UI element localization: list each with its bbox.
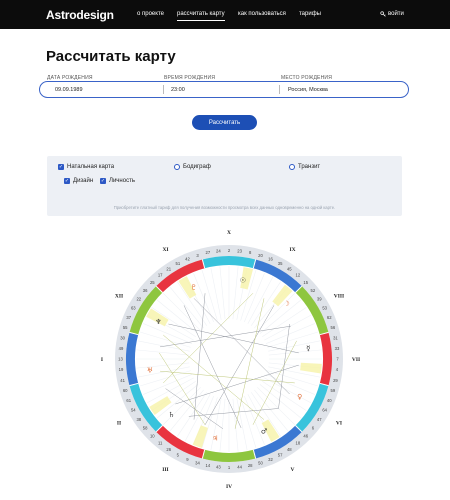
house-numeral: X xyxy=(227,230,231,236)
gate-number: 31 xyxy=(333,335,338,340)
house-numeral: V xyxy=(291,467,295,473)
gate-number: 47 xyxy=(317,417,322,422)
natal-chart-wheel: 2 23 8201635451215523953625631337429594064… xyxy=(101,230,360,490)
gate-number: 48 xyxy=(287,447,292,452)
gate-number: 13 xyxy=(118,357,123,362)
gate-number: 38 xyxy=(136,417,141,422)
planet-glyph: ☉ xyxy=(240,277,246,285)
gate-number: 25 xyxy=(150,280,155,285)
gate-number: 14 xyxy=(205,463,210,468)
gate-number: 52 xyxy=(311,288,316,293)
planet-glyph: ☽ xyxy=(283,300,289,308)
gate-number: 21 xyxy=(166,266,171,271)
gate-number: 49 xyxy=(119,346,124,351)
gate-number: 30 xyxy=(120,335,125,340)
gate-number: 20 xyxy=(258,253,263,258)
gate-number: 41 xyxy=(120,378,125,383)
gate-number: 18 xyxy=(295,440,300,445)
gate-number: 60 xyxy=(123,388,128,393)
gate-number: 43 xyxy=(216,465,221,470)
house-numeral: XII xyxy=(115,294,123,300)
house-numeral: III xyxy=(162,467,168,473)
house-numeral: IX xyxy=(289,247,295,253)
planet-glyph: ♄ xyxy=(168,411,174,419)
house-numeral: I xyxy=(101,357,103,363)
planet-glyph: ♃ xyxy=(212,434,218,442)
gate-number: 15 xyxy=(303,280,308,285)
gate-number: 51 xyxy=(176,261,181,266)
gate-number: 26 xyxy=(166,447,171,452)
gate-number: 58 xyxy=(143,425,148,430)
planet-glyph: ☿ xyxy=(306,344,310,352)
gate-number: 11 xyxy=(158,440,163,445)
gate-number: 37 xyxy=(126,315,131,320)
house-numeral: II xyxy=(117,421,121,427)
planet-glyph: ♆ xyxy=(155,318,161,326)
gate-number: 16 xyxy=(268,256,273,261)
gate-number: 27 xyxy=(205,250,210,255)
gate-number: 22 xyxy=(136,296,141,301)
planet-glyph: ♂ xyxy=(261,427,267,435)
gate-number: 46 xyxy=(303,433,308,438)
gate-number: 59 xyxy=(330,388,335,393)
gate-number: 29 xyxy=(333,378,338,383)
gate-number: 28 xyxy=(248,463,253,468)
planet-glyph: ♇ xyxy=(191,284,197,292)
gate-number: 54 xyxy=(131,408,136,413)
house-numeral: VII xyxy=(352,357,360,363)
gate-number: 57 xyxy=(278,452,283,457)
gate-number: 39 xyxy=(317,296,322,301)
house-numeral: IV xyxy=(226,484,232,490)
planet-glyph: ♀ xyxy=(297,393,302,401)
gate-number: 32 xyxy=(268,457,273,462)
gate-number: 55 xyxy=(123,325,128,330)
gate-number: 35 xyxy=(278,261,283,266)
house-numeral: XI xyxy=(162,247,168,253)
gate-number: 50 xyxy=(258,460,263,465)
gate-number: 24 xyxy=(216,249,221,254)
gate-number: 56 xyxy=(330,325,335,330)
gate-number: 19 xyxy=(119,367,124,372)
house-numeral: VI xyxy=(336,421,342,427)
gate-number: 36 xyxy=(143,288,148,293)
gate-number: 62 xyxy=(327,315,332,320)
gate-number: 34 xyxy=(195,460,200,465)
gate-number: 12 xyxy=(295,273,300,278)
gate-number: 61 xyxy=(126,398,131,403)
gate-number: 33 xyxy=(335,346,340,351)
house-numeral: VIII xyxy=(334,294,344,300)
gate-number: 44 xyxy=(237,465,242,470)
gate-number: 64 xyxy=(322,408,327,413)
planet-glyph: ♅ xyxy=(147,367,153,375)
gate-number: 17 xyxy=(158,273,163,278)
gate-number: 10 xyxy=(150,433,155,438)
gate-number: 40 xyxy=(327,398,332,403)
gate-number: 42 xyxy=(185,256,190,261)
gate-number: 63 xyxy=(131,305,136,310)
gate-number: 53 xyxy=(322,305,327,310)
gate-number: 23 xyxy=(237,249,242,254)
gate-number: 45 xyxy=(287,266,292,271)
